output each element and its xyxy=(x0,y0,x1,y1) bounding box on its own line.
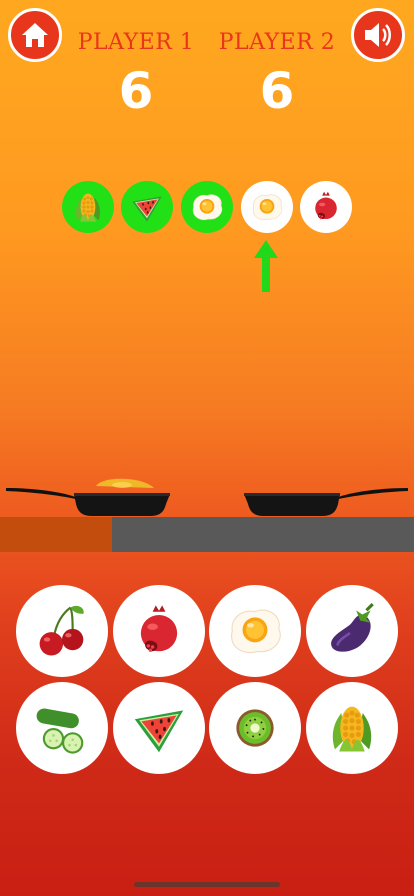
sequence-item-watermelon xyxy=(121,181,173,233)
choice-cucumber[interactable] xyxy=(16,682,108,774)
choice-eggplant[interactable] xyxy=(306,585,398,677)
home-button[interactable] xyxy=(8,8,62,62)
right-pan xyxy=(244,488,408,516)
sequence-item-pomegranate xyxy=(300,181,352,233)
choice-cherries[interactable] xyxy=(16,585,108,677)
sequence-item-fried-egg-current xyxy=(241,181,293,233)
eggplant-icon xyxy=(321,600,383,662)
home-icon xyxy=(22,23,48,47)
player2-label: PLAYER 2 xyxy=(218,30,336,55)
cucumber-icon xyxy=(30,696,94,760)
choice-fried-egg[interactable] xyxy=(209,585,301,677)
choice-corn[interactable] xyxy=(306,682,398,774)
fried-egg-icon xyxy=(187,187,227,227)
player1-score: 6 xyxy=(118,62,154,120)
choice-kiwi[interactable] xyxy=(209,682,301,774)
fried-egg-icon xyxy=(247,187,287,227)
cherries-icon xyxy=(30,599,94,663)
player1-label: PLAYER 1 xyxy=(77,30,195,55)
player2-score: 6 xyxy=(259,62,295,120)
choice-watermelon[interactable] xyxy=(113,682,205,774)
watermelon-icon xyxy=(127,187,167,227)
pomegranate-icon xyxy=(307,188,345,226)
speaker-icon xyxy=(365,23,391,47)
sound-button[interactable] xyxy=(351,8,405,62)
sequence-item-fried-egg xyxy=(181,181,233,233)
corn-icon xyxy=(320,696,384,760)
up-arrow-icon xyxy=(254,240,278,292)
fried-egg-icon xyxy=(221,597,289,665)
counter-left xyxy=(0,517,112,552)
counter-right xyxy=(112,517,414,552)
left-pan xyxy=(6,478,170,516)
kiwi-icon xyxy=(227,700,283,756)
sequence-item-corn xyxy=(62,181,114,233)
corn-icon xyxy=(68,187,108,227)
watermelon-icon xyxy=(126,695,192,761)
pomegranate-icon xyxy=(127,599,191,663)
choice-pomegranate[interactable] xyxy=(113,585,205,677)
home-indicator[interactable] xyxy=(134,882,280,887)
